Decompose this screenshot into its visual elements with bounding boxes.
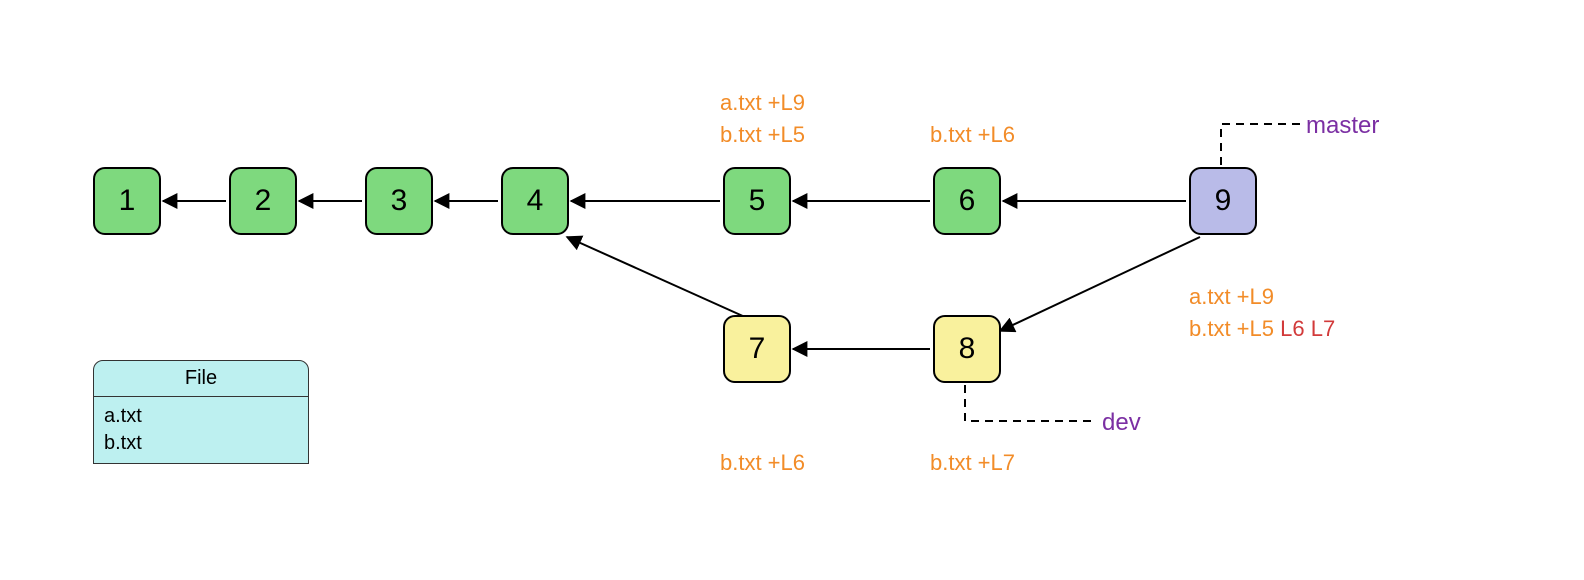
commit-node-6: 6 — [933, 167, 1001, 235]
branch-label-master: master — [1306, 110, 1379, 142]
diagram-stage: 1 2 3 4 5 6 9 7 8 a.txt +L9 b.txt +L5 b.… — [0, 0, 1584, 580]
annot-commit9-line1: a.txt +L9 — [1189, 282, 1274, 312]
annot-commit9-l2c: L7 — [1311, 316, 1335, 341]
commit-label: 3 — [391, 184, 408, 218]
file-list-title: File — [94, 361, 308, 397]
commit-label: 6 — [959, 184, 976, 218]
file-list-box: File a.txt b.txt — [93, 360, 309, 464]
annot-commit8: b.txt +L7 — [930, 448, 1015, 478]
commit-node-1: 1 — [93, 167, 161, 235]
commit-node-4: 4 — [501, 167, 569, 235]
annot-commit5-line2: b.txt +L5 — [720, 120, 805, 150]
commit-label: 5 — [749, 184, 766, 218]
edges-layer — [0, 0, 1584, 580]
file-list-item: a.txt — [104, 403, 298, 430]
commit-node-8: 8 — [933, 315, 1001, 383]
annot-commit9-l2b: L6 — [1280, 316, 1311, 341]
file-list-item: b.txt — [104, 430, 298, 457]
commit-node-2: 2 — [229, 167, 297, 235]
commit-label: 2 — [255, 184, 272, 218]
annot-commit7: b.txt +L6 — [720, 448, 805, 478]
annot-commit5-line1: a.txt +L9 — [720, 88, 805, 118]
commit-label: 9 — [1215, 184, 1232, 218]
commit-label: 1 — [119, 184, 136, 218]
annot-commit9-line2: b.txt +L5 L6 L7 — [1189, 314, 1335, 344]
commit-label: 7 — [749, 332, 766, 366]
commit-label: 4 — [527, 184, 544, 218]
commit-node-9: 9 — [1189, 167, 1257, 235]
branch-label-dev: dev — [1102, 407, 1141, 439]
annot-commit9-l2a: b.txt +L5 — [1189, 316, 1280, 341]
annot-commit6: b.txt +L6 — [930, 120, 1015, 150]
commit-node-7: 7 — [723, 315, 791, 383]
commit-node-3: 3 — [365, 167, 433, 235]
commit-node-5: 5 — [723, 167, 791, 235]
commit-label: 8 — [959, 332, 976, 366]
